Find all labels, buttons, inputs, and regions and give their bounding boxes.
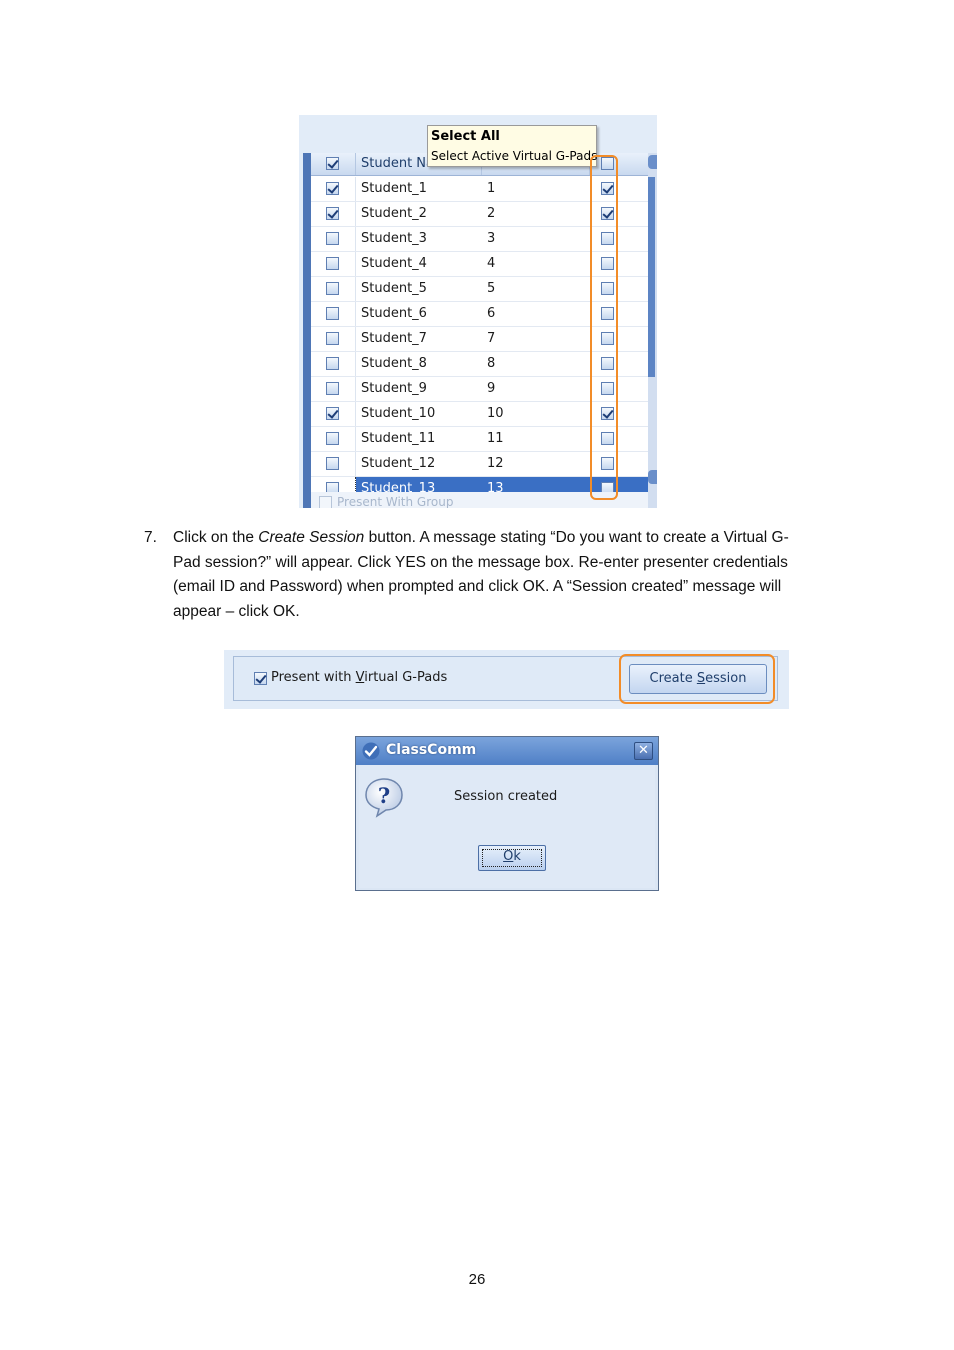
step-line-1-end: button. A message stating “Do you want t… [364, 529, 789, 546]
grid-left-edge [303, 153, 311, 508]
student-name: Student_12 [361, 456, 436, 471]
student-name: Student_8 [361, 356, 427, 371]
present-label-end: irtual G-Pads [364, 670, 448, 685]
row-select-cell [311, 277, 356, 301]
tooltip-body: Select Active Virtual G-Pads [431, 149, 598, 163]
row-select-cell [311, 352, 356, 376]
step-line-1-start: Click on the [173, 529, 259, 546]
student-select-checkbox[interactable] [326, 282, 339, 295]
present-with-group-checkbox[interactable] [319, 496, 332, 508]
dialog-message: Session created [454, 789, 558, 804]
student-select-checkbox[interactable] [326, 257, 339, 270]
hands-raised-count: 1 [487, 181, 496, 196]
hands-raised-count: 10 [487, 406, 504, 421]
classcomm-dialog: ClassComm ✕ ? Session created Ok [355, 736, 659, 891]
hands-raised-count: 7 [487, 331, 496, 346]
close-icon[interactable]: ✕ [634, 742, 653, 760]
step-line-2: Pad session?” will appear. Click YES on … [173, 553, 788, 571]
student-name: Student_9 [361, 381, 427, 396]
row-select-cell [311, 402, 356, 426]
hands-raised-count: 8 [487, 356, 496, 371]
step-text: Click on the Create Session button. A me… [173, 526, 833, 624]
dialog-title-bar[interactable]: ClassComm ✕ [356, 737, 658, 765]
hands-raised-count: 4 [487, 256, 496, 271]
student-name: Student_1 [361, 181, 427, 196]
row-select-cell [311, 452, 356, 476]
student-name: Student_10 [361, 406, 436, 421]
svg-text:?: ? [378, 783, 390, 808]
dialog-title: ClassComm [386, 742, 477, 758]
hands-raised-count: 12 [487, 456, 504, 471]
student-grid-screenshot: Student Name Hands... ▼ Student_11Studen… [299, 115, 657, 508]
checkmark-icon [362, 742, 380, 760]
create-session-highlight [619, 654, 775, 704]
student-select-checkbox[interactable] [326, 182, 339, 195]
student-select-checkbox[interactable] [326, 357, 339, 370]
scroll-thumb[interactable] [648, 177, 655, 377]
present-with-virtual-gpads-label[interactable]: Present with Virtual G-Pads [271, 670, 447, 685]
student-name: Student_6 [361, 306, 427, 321]
row-select-cell [311, 327, 356, 351]
student-select-checkbox[interactable] [326, 457, 339, 470]
step-line-4: appear – click OK. [173, 602, 300, 620]
student-select-checkbox[interactable] [326, 432, 339, 445]
question-icon: ? [365, 778, 403, 818]
student-name: Student_5 [361, 281, 427, 296]
present-with-virtual-gpads-checkbox[interactable] [254, 672, 267, 685]
create-session-emphasis: Create Session [258, 529, 365, 546]
row-select-cell [311, 227, 356, 251]
student-select-checkbox[interactable] [326, 307, 339, 320]
student-name: Student_3 [361, 231, 427, 246]
step-line-3: (email ID and Password) when prompted an… [173, 578, 782, 595]
student-select-checkbox[interactable] [326, 407, 339, 420]
page-number: 26 [468, 1271, 486, 1288]
student-name: Student_2 [361, 206, 427, 221]
present-label-start: Present with [271, 670, 356, 685]
step-number: 7. [144, 529, 157, 546]
hands-raised-count: 11 [487, 431, 504, 446]
ok-button[interactable]: Ok [478, 845, 546, 871]
student-select-checkbox[interactable] [326, 332, 339, 345]
select-all-students-checkbox[interactable] [326, 157, 339, 170]
hands-raised-count: 2 [487, 206, 496, 221]
row-select-cell [311, 202, 356, 226]
hands-raised-count: 9 [487, 381, 496, 396]
focus-rectangle [482, 849, 542, 867]
scroll-down-button[interactable] [648, 470, 657, 484]
hands-raised-count: 5 [487, 281, 496, 296]
student-name: Student_11 [361, 431, 436, 446]
present-label-access-key: V [355, 670, 365, 685]
header-select-cell [311, 153, 356, 175]
row-select-cell [311, 252, 356, 276]
gpad-column-highlight [590, 155, 618, 500]
hands-raised-count: 3 [487, 231, 496, 246]
row-select-cell [311, 177, 356, 201]
session-bar-screenshot: Present with Virtual G-Pads Create Sessi… [224, 650, 789, 709]
student-name: Student_7 [361, 331, 427, 346]
student-name: Student_4 [361, 256, 427, 271]
student-select-checkbox[interactable] [326, 232, 339, 245]
dialog-body: ? Session created Ok [359, 765, 655, 888]
row-select-cell [311, 302, 356, 326]
row-select-cell [311, 427, 356, 451]
scroll-up-button[interactable] [648, 155, 657, 169]
tooltip-title: Select All [431, 129, 500, 144]
step-line-1: Click on the Create Session button. A me… [173, 526, 833, 551]
row-select-cell [311, 377, 356, 401]
hands-raised-count: 6 [487, 306, 496, 321]
select-all-tooltip: Select All Select Active Virtual G-Pads [427, 125, 597, 167]
student-select-checkbox[interactable] [326, 207, 339, 220]
present-with-group-label: Present With Group [337, 495, 454, 508]
student-select-checkbox[interactable] [326, 382, 339, 395]
